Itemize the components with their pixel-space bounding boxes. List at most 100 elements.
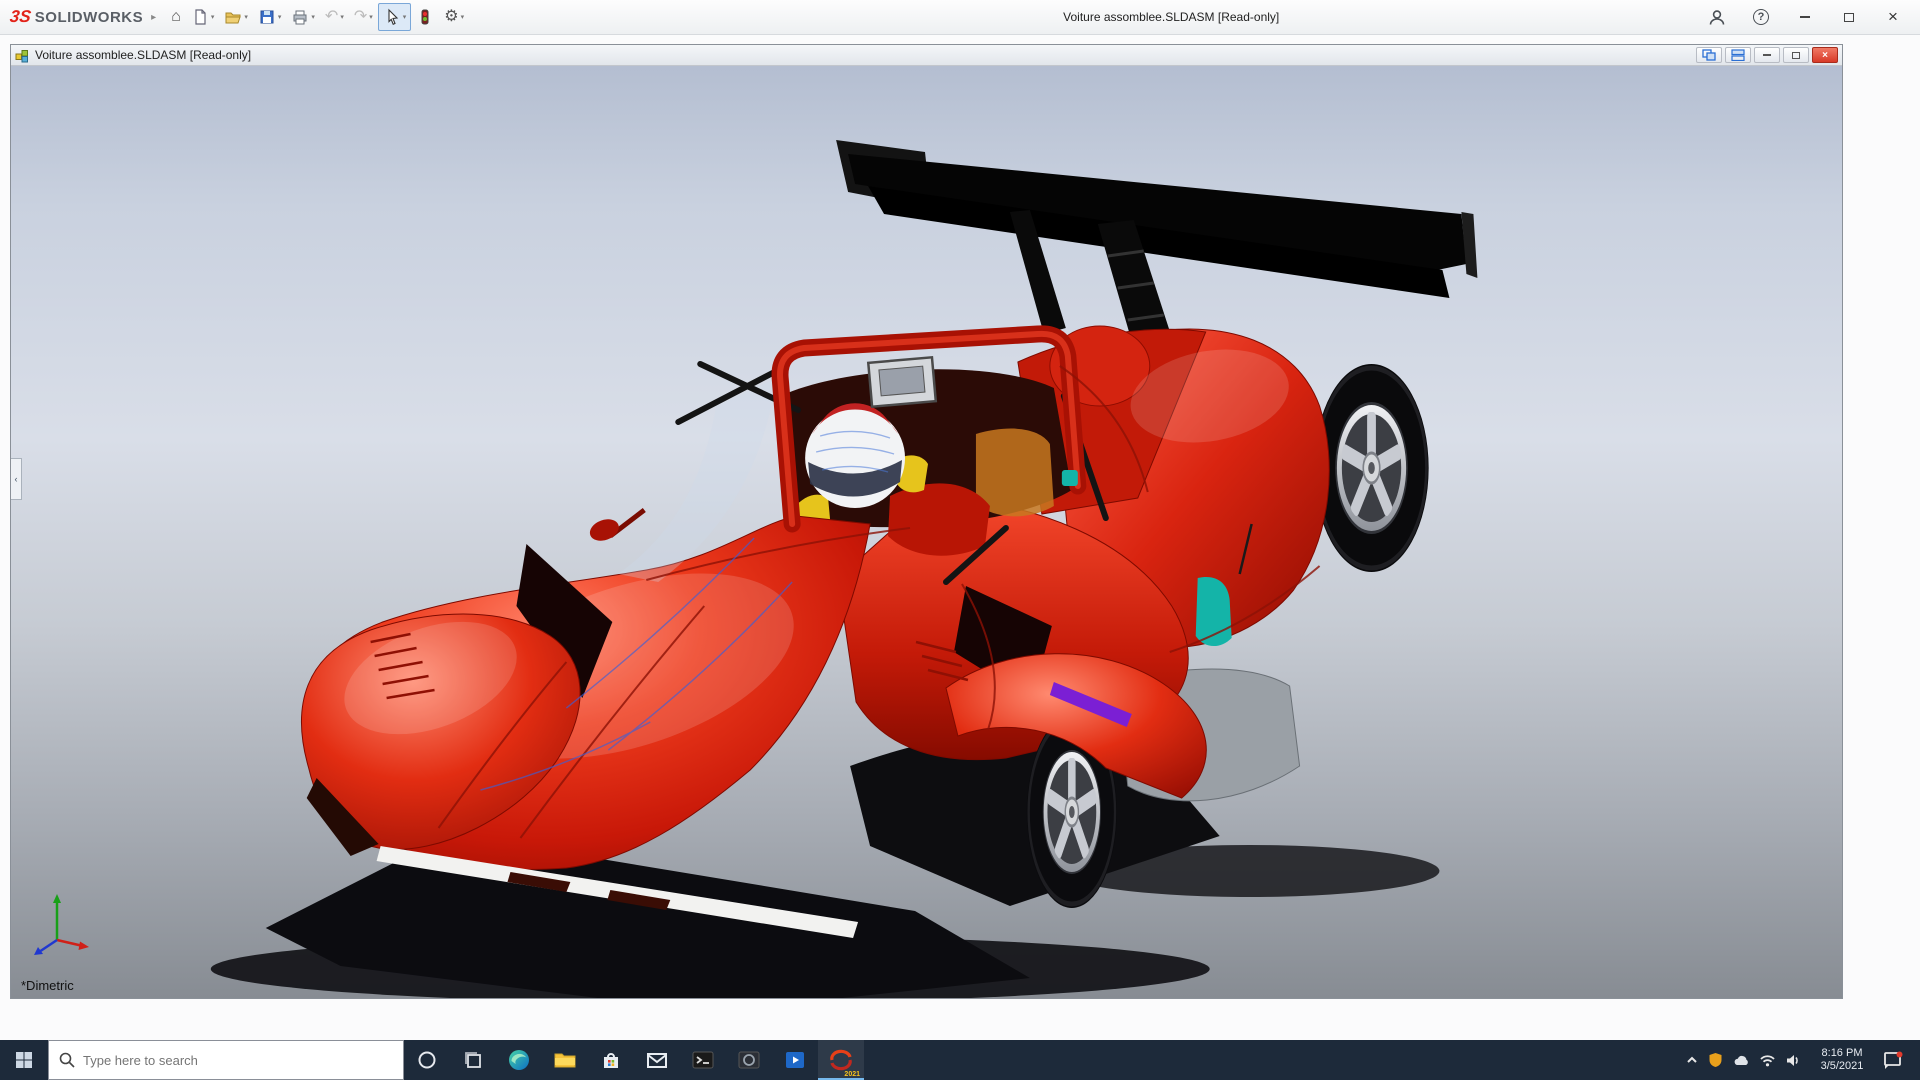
model-red-race-car[interactable] <box>11 66 1842 998</box>
undo-button[interactable]: ↶ ▾ <box>320 3 349 31</box>
security-tray-icon[interactable] <box>1708 1052 1723 1068</box>
volume-icon[interactable] <box>1785 1053 1802 1068</box>
viewer-app-icon <box>737 1048 761 1072</box>
doc-restore-button[interactable] <box>1783 47 1809 63</box>
open-folder-icon <box>224 8 242 26</box>
view-orientation-label: *Dimetric <box>21 978 74 993</box>
mail-icon <box>645 1048 669 1072</box>
chevron-left-icon: ‹ <box>15 474 18 484</box>
help-icon: ? <box>1753 9 1769 25</box>
document-title-bar[interactable]: Voiture assomblee.SLDASM [Read-only] <box>11 45 1842 66</box>
graphics-viewport[interactable]: *Dimetric ‹ <box>11 66 1842 998</box>
minimize-button[interactable] <box>1784 2 1826 32</box>
app-title-bar: 3S SOLIDWORKS ▸ ⌂ ▾ ▾ ▾ ▾ <box>0 0 1920 35</box>
new-document-icon <box>191 8 209 26</box>
store-icon <box>599 1048 623 1072</box>
redo-icon: ↷ <box>354 9 367 25</box>
edge-icon <box>507 1048 531 1072</box>
cockpit-display-box <box>868 357 936 406</box>
app-window-title: Voiture assomblee.SLDASM [Read-only] <box>1063 10 1279 24</box>
dropdown-caret-icon[interactable]: ▾ <box>340 14 344 21</box>
maximize-button[interactable] <box>1828 2 1870 32</box>
menu-expand-icon[interactable]: ▸ <box>151 12 156 23</box>
account-button[interactable] <box>1696 2 1738 32</box>
dropdown-caret-icon[interactable]: ▾ <box>403 14 407 21</box>
close-button[interactable]: × <box>1872 2 1914 32</box>
redo-button[interactable]: ↷ ▾ <box>349 3 378 31</box>
maximize-icon <box>1844 13 1854 22</box>
onedrive-tray-icon[interactable] <box>1732 1053 1750 1067</box>
dropdown-caret-icon[interactable]: ▾ <box>369 14 373 21</box>
minimize-icon <box>1800 16 1810 18</box>
dropdown-caret-icon[interactable]: ▾ <box>311 14 315 21</box>
mail-button[interactable] <box>634 1040 680 1080</box>
network-wifi-icon[interactable] <box>1759 1053 1776 1067</box>
hidden-icons-chevron[interactable] <box>1685 1053 1699 1067</box>
search-input[interactable] <box>83 1053 393 1068</box>
windows-taskbar: 2021 8:16 PM 3/5/2021 <box>0 1040 1920 1080</box>
task-view-button[interactable] <box>450 1040 496 1080</box>
doc-minimize-icon <box>1763 54 1771 56</box>
home-button[interactable]: ⌂ <box>166 3 186 31</box>
solidworks-logo: 3S SOLIDWORKS <box>10 7 143 27</box>
cascade-windows-icon <box>1702 49 1716 61</box>
help-button[interactable]: ? <box>1740 2 1782 32</box>
media-app-button[interactable] <box>772 1040 818 1080</box>
task-view-icon <box>463 1050 483 1070</box>
home-icon: ⌂ <box>171 9 181 25</box>
undo-icon: ↶ <box>325 9 338 25</box>
doc-close-icon: × <box>1822 50 1828 61</box>
dropdown-caret-icon[interactable]: ▾ <box>244 14 248 21</box>
store-button[interactable] <box>588 1040 634 1080</box>
file-explorer-icon <box>553 1048 577 1072</box>
file-explorer-button[interactable] <box>542 1040 588 1080</box>
new-document-button[interactable]: ▾ <box>186 3 220 31</box>
save-button[interactable]: ▾ <box>253 3 287 31</box>
dropdown-caret-icon[interactable]: ▾ <box>461 14 465 21</box>
solidworks-year-badge: 2021 <box>844 1071 860 1078</box>
dropdown-caret-icon[interactable]: ▾ <box>211 14 215 21</box>
cortana-icon <box>417 1050 437 1070</box>
doc-minimize-button[interactable] <box>1754 47 1780 63</box>
cortana-button[interactable] <box>404 1040 450 1080</box>
taskbar-search-box[interactable] <box>48 1040 404 1080</box>
solidworks-app-icon <box>829 1049 853 1071</box>
print-icon <box>291 8 309 26</box>
start-button[interactable] <box>0 1040 48 1080</box>
open-button[interactable]: ▾ <box>219 3 253 31</box>
document-title: Voiture assomblee.SLDASM [Read-only] <box>35 48 251 62</box>
options-gear-icon: ⚙ <box>444 9 458 25</box>
solidworks-taskbar-button[interactable]: 2021 <box>818 1040 864 1080</box>
account-icon <box>1707 8 1727 27</box>
orientation-triad <box>25 888 97 968</box>
action-center-icon[interactable] <box>1882 1050 1904 1070</box>
ds-logo-mark: 3S <box>9 7 33 27</box>
document-window: Voiture assomblee.SLDASM [Read-only] <box>10 44 1843 999</box>
rear-wheel <box>1314 364 1428 572</box>
rebuild-button[interactable] <box>411 3 439 31</box>
select-tool-button[interactable]: ▾ <box>378 3 412 31</box>
viewer-app-button[interactable] <box>726 1040 772 1080</box>
solidworks-wordmark: SOLIDWORKS <box>35 9 143 26</box>
system-tray: 8:16 PM 3/5/2021 <box>1685 1040 1920 1080</box>
cascade-windows-button[interactable] <box>1696 47 1722 63</box>
options-button[interactable]: ⚙ ▾ <box>439 3 469 31</box>
doc-restore-icon <box>1792 52 1800 59</box>
tile-windows-button[interactable] <box>1725 47 1751 63</box>
assembly-document-icon <box>15 48 30 63</box>
panel-collapse-tab[interactable]: ‹ <box>11 458 22 500</box>
print-button[interactable]: ▾ <box>286 3 320 31</box>
terminal-button[interactable] <box>680 1040 726 1080</box>
terminal-icon <box>691 1048 715 1072</box>
select-arrow-icon <box>383 8 401 26</box>
windows-logo-icon <box>15 1051 33 1069</box>
clock-date: 3/5/2021 <box>1811 1060 1873 1073</box>
taskbar-clock[interactable]: 8:16 PM 3/5/2021 <box>1811 1047 1873 1073</box>
dropdown-caret-icon[interactable]: ▾ <box>278 14 282 21</box>
close-icon: × <box>1888 7 1898 27</box>
edge-button[interactable] <box>496 1040 542 1080</box>
rebuild-stoplight-icon <box>416 8 434 26</box>
media-app-icon <box>783 1048 807 1072</box>
doc-close-button[interactable]: × <box>1812 47 1838 63</box>
tile-windows-icon <box>1731 49 1745 61</box>
